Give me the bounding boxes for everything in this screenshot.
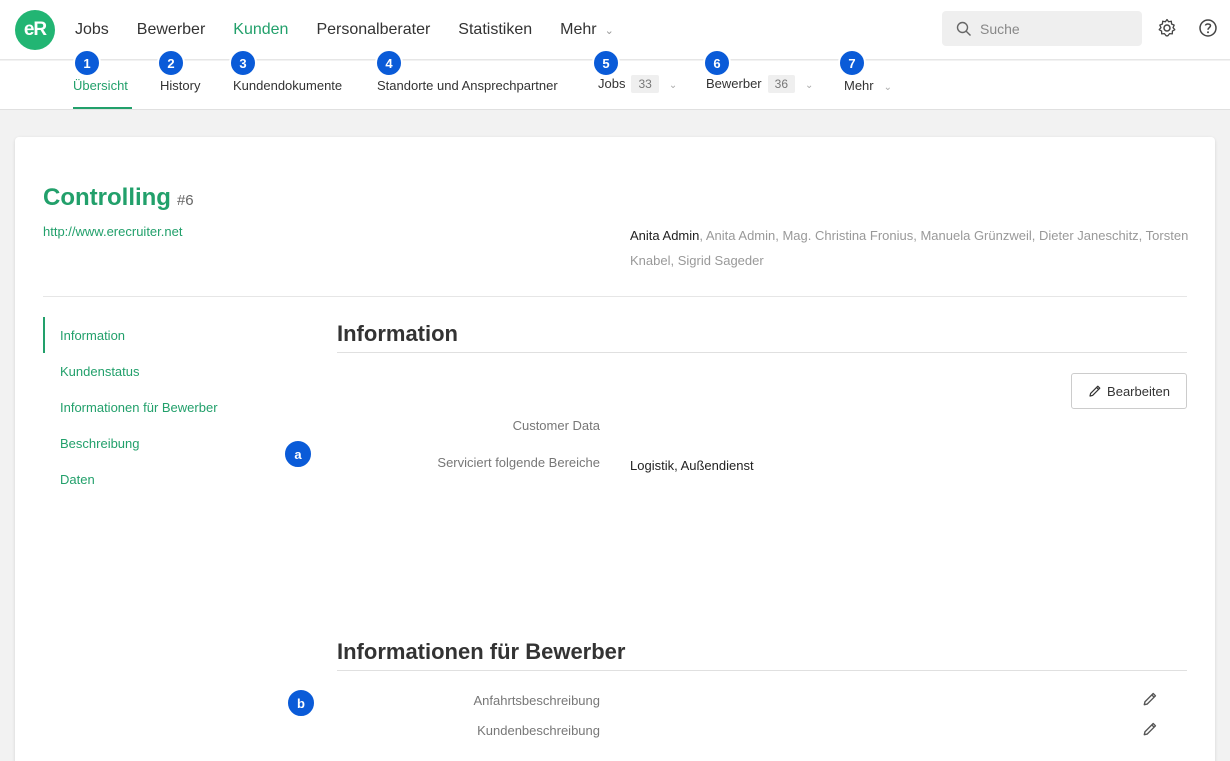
tab-kundendokumente[interactable]: 3 Kundendokumente [229,49,349,110]
count-badge: 33 [631,75,659,93]
active-tab-underline [73,107,132,109]
tab-jobs[interactable]: 5 Jobs 33 ⌄ [592,49,682,110]
tab-label: Übersicht [73,78,128,93]
section-divider [337,352,1187,353]
section-sidenav: Information Kundenstatus Informationen f… [43,317,293,497]
search-box[interactable] [942,11,1142,46]
step-marker: 4 [375,49,403,77]
tab-label: Kundendokumente [233,78,343,93]
pencil-icon[interactable] [1142,691,1158,707]
tab-label-group: Mehr ⌄ [844,78,892,93]
section-title-bewerber: Informationen für Bewerber [337,639,626,664]
step-marker: 1 [73,49,101,77]
other-contacts: , Anita Admin, Mag. Christina Fronius, M… [630,228,1189,268]
annotation-marker-a: a [283,439,313,469]
nav-bewerber[interactable]: Bewerber [123,21,219,39]
nav-mehr-label: Mehr [560,21,597,38]
chevron-down-icon: ⌄ [805,80,814,91]
chevron-down-icon: ⌄ [883,82,893,93]
customer-subnav: 1 Übersicht 2 History 3 Kundendokumente … [0,49,1230,110]
search-input[interactable] [980,20,1130,37]
tab-label: History [160,78,201,93]
customer-url-link[interactable]: http://www.erecruiter.net [43,224,182,239]
sidenav-informationen-bewerber[interactable]: Informationen für Bewerber [43,389,293,425]
tab-label: Jobs [598,76,626,91]
sidenav-information[interactable]: Information [43,317,293,353]
edit-button-label: Bearbeiten [1107,383,1170,399]
edit-button[interactable]: Bearbeiten [1071,373,1187,409]
search-icon [956,21,971,36]
chevron-down-icon: ⌄ [668,80,678,91]
tab-uebersicht[interactable]: 1 Übersicht [73,49,133,110]
section-title-information: Information [337,321,458,346]
tab-bewerber[interactable]: 6 Bewerber 36 ⌄ [703,49,823,110]
app-logo[interactable]: eR [15,10,55,50]
step-marker: 3 [229,49,257,77]
section-divider [337,670,1187,671]
tab-label-group: Jobs 33 ⌄ [598,75,677,93]
page-title: Controlling #6 [43,184,194,212]
step-marker: 6 [703,49,731,77]
tab-standorte[interactable]: 4 Standorte und Ansprechpartner [375,49,571,110]
chevron-down-icon: ⌄ [604,24,614,37]
customer-name: Controlling [43,184,171,211]
nav-statistiken[interactable]: Statistiken [444,21,546,39]
field-value-bereiche: Logistik, Außendienst [630,458,754,473]
tab-label: Mehr [844,78,874,93]
annotation-marker-b: b [286,688,316,718]
divider [43,296,1187,297]
sidenav-kundenstatus[interactable]: Kundenstatus [43,353,293,389]
tab-label: Bewerber [706,76,762,91]
pencil-icon [1089,385,1101,397]
step-marker: 2 [157,49,185,77]
field-label-anfahrt: Anfahrtsbeschreibung [473,693,600,708]
step-marker: 5 [592,49,620,77]
customer-id: #6 [176,192,194,209]
help-icon[interactable] [1198,18,1218,38]
pencil-icon[interactable] [1142,721,1158,737]
main-nav: Jobs Bewerber Kunden Personalberater Sta… [61,0,628,60]
tab-history[interactable]: 2 History [157,49,207,110]
contact-persons: Anita Admin, Anita Admin, Mag. Christina… [630,223,1190,273]
nav-personalberater[interactable]: Personalberater [302,21,444,39]
primary-contact[interactable]: Anita Admin [630,228,699,243]
customer-card: Controlling #6 http://www.erecruiter.net … [15,137,1215,761]
nav-kunden[interactable]: Kunden [219,21,302,39]
field-label-bereiche: Serviciert folgende Bereiche [437,455,600,470]
tab-mehr[interactable]: 7 Mehr ⌄ [838,49,898,110]
field-label-customer-data: Customer Data [512,418,600,433]
step-marker: 7 [838,49,866,77]
count-badge: 36 [767,75,795,93]
sidenav-daten[interactable]: Daten [43,461,293,497]
nav-jobs[interactable]: Jobs [61,21,123,39]
top-navbar: eR Jobs Bewerber Kunden Personalberater … [0,0,1230,60]
field-label-kundenbeschreibung: Kundenbeschreibung [477,723,600,738]
tab-label: Standorte und Ansprechpartner [377,78,558,93]
tab-label-group: Bewerber 36 ⌄ [706,75,813,93]
nav-mehr[interactable]: Mehr ⌄ [546,21,628,39]
sidenav-beschreibung[interactable]: Beschreibung [43,425,293,461]
gear-icon[interactable] [1157,18,1177,38]
